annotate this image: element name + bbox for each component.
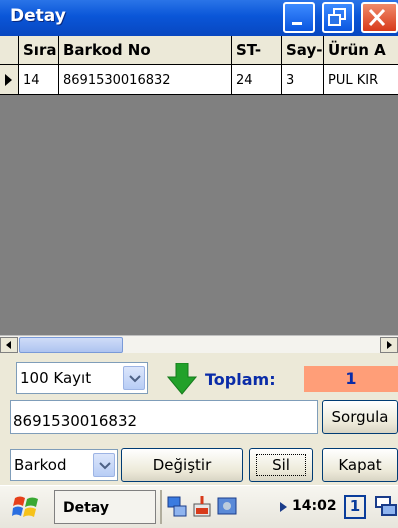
green-down-arrow-icon bbox=[167, 363, 197, 395]
column-header-barkod[interactable]: Barkod No bbox=[59, 36, 232, 65]
field-select-value: Barkod bbox=[14, 456, 67, 474]
row-pointer-icon bbox=[5, 74, 12, 86]
battery-icon bbox=[193, 496, 211, 517]
scroll-right-button[interactable] bbox=[380, 337, 398, 353]
table-cell[interactable]: 24 bbox=[232, 65, 282, 95]
table-cell[interactable]: 3 bbox=[282, 65, 324, 95]
total-value: 1 bbox=[304, 366, 398, 392]
scroll-thumb[interactable] bbox=[19, 337, 123, 353]
title-bar: Detay bbox=[0, 0, 398, 36]
table-cell[interactable]: PUL KIR bbox=[324, 65, 398, 95]
kapat-button[interactable]: Kapat bbox=[322, 448, 398, 482]
horizontal-scrollbar[interactable] bbox=[0, 335, 398, 353]
column-header-sira[interactable]: Sıra bbox=[19, 36, 59, 65]
close-button[interactable] bbox=[361, 2, 398, 33]
connection-icon bbox=[217, 497, 237, 515]
total-label: Toplam: bbox=[205, 370, 276, 389]
chevron-left-icon bbox=[6, 341, 11, 349]
tray-expand-icon[interactable] bbox=[280, 502, 288, 512]
row-header[interactable] bbox=[0, 65, 19, 95]
table-cell[interactable]: 14 bbox=[19, 65, 59, 95]
tray-separator bbox=[160, 490, 162, 524]
record-count-select[interactable]: 100 Kayıt bbox=[16, 362, 148, 394]
grid-corner bbox=[0, 36, 19, 65]
taskbar-item-detay[interactable]: Detay bbox=[54, 490, 156, 524]
windows-flag-icon[interactable] bbox=[12, 494, 40, 520]
degistir-button[interactable]: Değiştir bbox=[121, 448, 243, 482]
chevron-down-icon bbox=[129, 375, 141, 383]
sil-button[interactable]: Sil bbox=[249, 448, 313, 482]
network-icon bbox=[167, 496, 187, 517]
desktop-number[interactable]: 1 bbox=[344, 495, 366, 519]
maximize-button[interactable] bbox=[322, 2, 354, 33]
focus-rect bbox=[256, 454, 306, 476]
record-count-dropdown-button[interactable] bbox=[123, 366, 145, 390]
desktop-switch-icon[interactable] bbox=[374, 495, 398, 519]
sorgula-button[interactable]: Sorgula bbox=[322, 400, 398, 434]
clock[interactable]: 14:02 bbox=[292, 498, 337, 514]
tray-icons[interactable] bbox=[166, 494, 276, 520]
close-icon bbox=[368, 8, 386, 27]
field-select-dropdown-button[interactable] bbox=[93, 453, 115, 477]
field-select[interactable]: Barkod bbox=[10, 449, 118, 481]
chevron-right-icon bbox=[387, 341, 392, 349]
window-title: Detay bbox=[10, 6, 66, 26]
column-header-say[interactable]: Say- bbox=[282, 36, 324, 65]
minimize-button[interactable] bbox=[283, 2, 315, 33]
column-header-st[interactable]: ST- bbox=[232, 36, 282, 65]
column-header-urun[interactable]: Ürün A bbox=[324, 36, 398, 65]
minimize-icon bbox=[292, 22, 302, 25]
maximize-icon bbox=[328, 8, 346, 26]
record-count-value: 100 Kayıt bbox=[20, 369, 92, 387]
taskbar: Detay 14:02 1 bbox=[0, 485, 398, 528]
table-cell[interactable]: 8691530016832 bbox=[59, 65, 232, 95]
scroll-left-button[interactable] bbox=[0, 337, 18, 353]
barcode-input[interactable] bbox=[10, 400, 318, 434]
chevron-down-icon bbox=[99, 462, 111, 470]
data-grid[interactable]: Sıra Barkod No ST- Say- Ürün A 14 869153… bbox=[0, 36, 398, 335]
